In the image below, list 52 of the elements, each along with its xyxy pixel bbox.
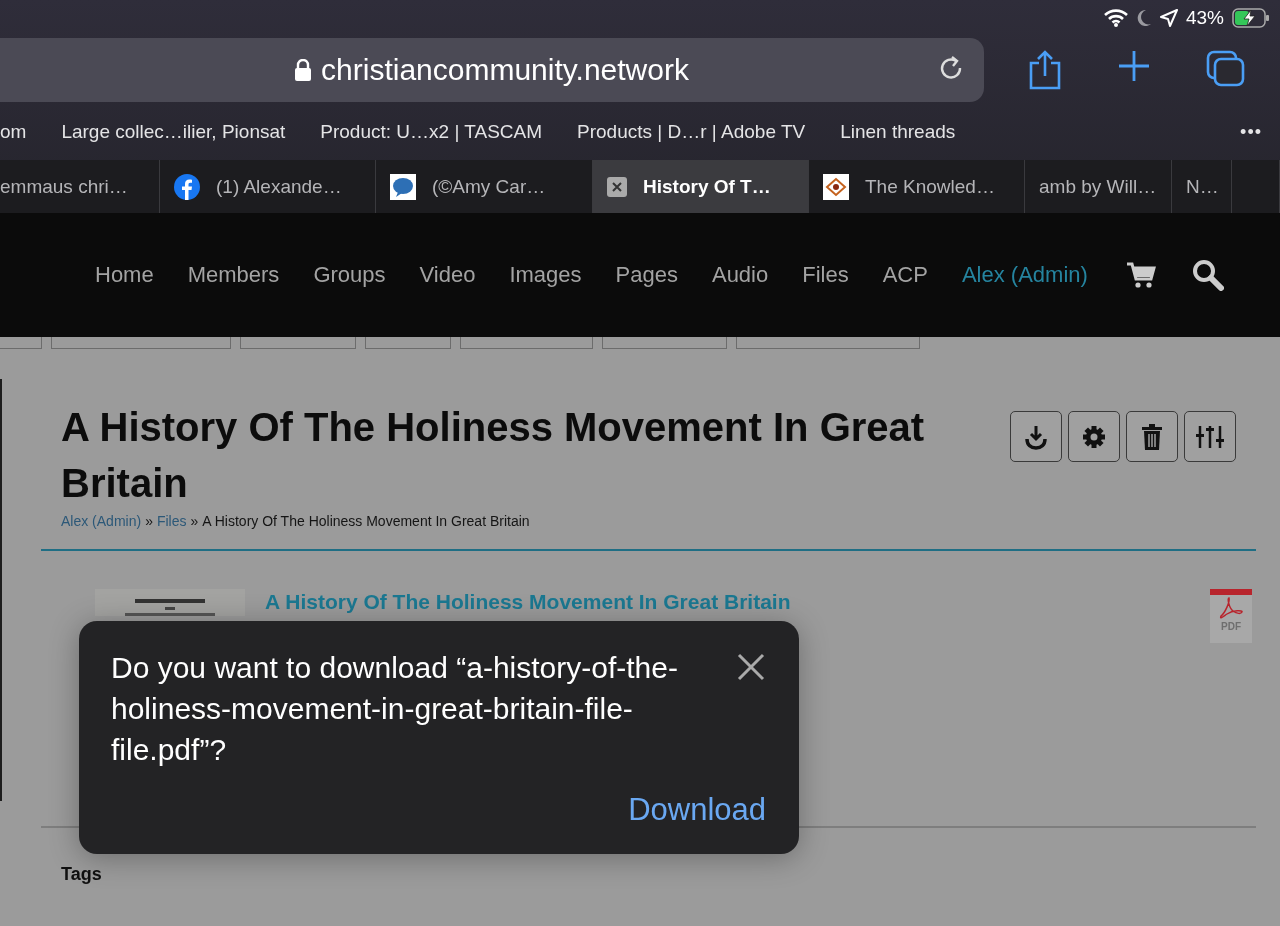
battery-percentage: 43% xyxy=(1185,7,1224,29)
bookmark-link[interactable]: om xyxy=(0,121,27,143)
bookmark-link[interactable]: Large collec…ilier, Pionsat xyxy=(61,121,286,143)
nav-link[interactable]: Members xyxy=(187,262,280,288)
tabs-icon[interactable] xyxy=(1206,50,1246,88)
nav-link[interactable]: Home xyxy=(95,262,154,288)
download-button[interactable] xyxy=(1010,411,1062,462)
nav-link[interactable]: Video xyxy=(419,262,476,288)
pdf-file-icon: PDF xyxy=(1210,589,1252,643)
page-title: A History Of The Holiness Movement In Great Britain xyxy=(61,404,926,507)
settings-icon xyxy=(1081,423,1107,450)
nav-link[interactable]: Alex (Admin) xyxy=(961,262,1088,288)
nav-link[interactable]: Images xyxy=(509,262,582,288)
breadcrumb-separator: » xyxy=(145,513,153,529)
bookmark-link[interactable]: Linen threads xyxy=(840,121,956,143)
battery-charging-icon xyxy=(1232,8,1270,28)
trash-icon xyxy=(1140,422,1164,451)
url-text: christiancommunity.network xyxy=(321,53,689,87)
more-bookmarks-button[interactable]: ••• xyxy=(1240,121,1262,143)
lock-icon xyxy=(295,59,312,81)
address-bar[interactable]: christiancommunity.network xyxy=(0,38,984,102)
wifi-icon xyxy=(1103,9,1128,27)
search-icon[interactable] xyxy=(1191,259,1224,291)
moon-icon xyxy=(1135,9,1152,27)
download-icon xyxy=(1023,423,1049,450)
breadcrumb-separator: » xyxy=(190,513,199,529)
tags-heading: Tags xyxy=(61,864,103,885)
cart-icon[interactable] xyxy=(1125,261,1156,289)
browser-tab[interactable]: History Of T… xyxy=(593,160,809,213)
bookmark-link[interactable]: Products | D…r | Adobe TV xyxy=(577,121,806,143)
bookmark-link[interactable]: Product: U…x2 | TASCAM xyxy=(320,121,543,143)
download-button[interactable]: Download xyxy=(628,792,766,828)
adjust-button[interactable] xyxy=(1184,411,1236,462)
browser-tab[interactable]: emmaus chri… xyxy=(0,160,160,213)
share-icon[interactable] xyxy=(1028,50,1062,90)
nav-link[interactable]: Audio xyxy=(711,262,769,288)
location-arrow-icon xyxy=(1159,9,1178,27)
close-icon[interactable] xyxy=(607,176,627,197)
sliders-icon xyxy=(1195,423,1225,450)
nav-link[interactable]: Groups xyxy=(313,262,386,288)
logo-icon xyxy=(823,173,849,200)
facebook-icon xyxy=(174,173,200,200)
settings-button[interactable] xyxy=(1068,411,1120,462)
plus-icon[interactable] xyxy=(1118,50,1150,82)
dialog-message: Do you want to download “a-history-of-the-holiness-movement-in-great-britain-file-file.pdf”? xyxy=(111,650,679,768)
delete-button[interactable] xyxy=(1126,411,1178,462)
speech-bubble-icon xyxy=(390,173,416,200)
nav-link[interactable]: Pages xyxy=(615,262,678,288)
menu-tab-outline xyxy=(0,337,42,349)
breadcrumb-current: A History Of The Holiness Movement In Great Britain xyxy=(202,513,530,529)
nav-link[interactable]: ACP xyxy=(882,262,928,288)
nav-link[interactable]: Files xyxy=(802,262,849,288)
